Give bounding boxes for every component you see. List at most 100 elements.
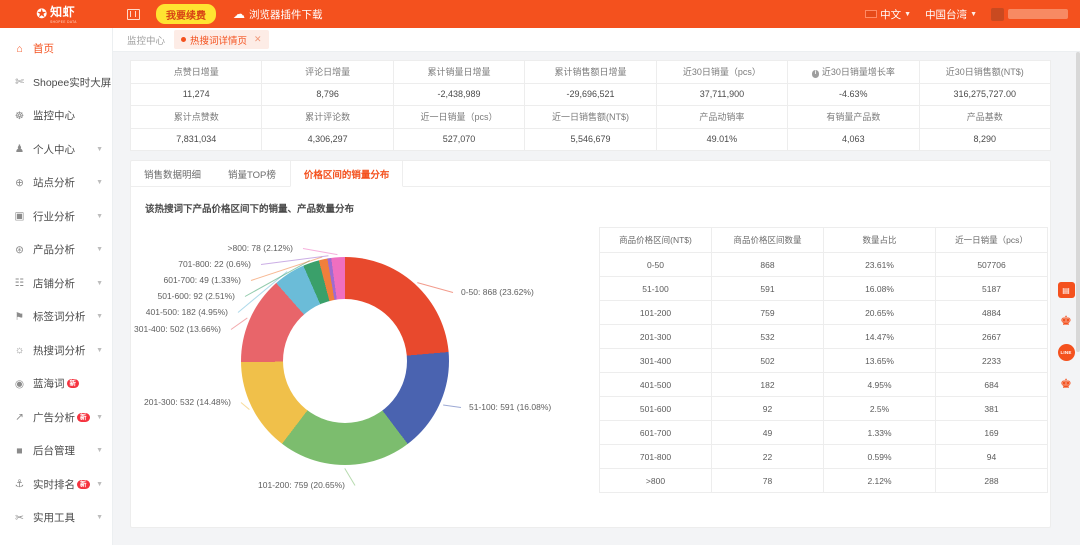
table-cell: 4.95% bbox=[824, 373, 936, 397]
stats-label: 产品基数 bbox=[919, 106, 1050, 129]
language-selector[interactable]: 中文 ▼ bbox=[865, 7, 911, 22]
stats-label: 累计点赞数 bbox=[131, 106, 262, 129]
browser-plugin-download-link[interactable]: ☁ 浏览器插件下载 bbox=[233, 7, 323, 22]
rank-icon: ⚓ bbox=[13, 478, 26, 490]
stats-row: 11,2748,796-2,438,989-29,696,52137,711,9… bbox=[131, 83, 1051, 106]
table-header-row: 商品价格区间(NT$)商品价格区间数量数量占比近一日销量（pcs） bbox=[600, 228, 1048, 253]
sidebar-item-13[interactable]: ⚓实时排名新▼ bbox=[0, 468, 112, 502]
close-icon[interactable]: ✕ bbox=[254, 34, 262, 45]
table-cell: 701-800 bbox=[600, 445, 712, 469]
sidebar-item-label: 站点分析 bbox=[33, 175, 75, 190]
logo[interactable]: ✪ 知虾 SHOPEE DATA bbox=[0, 3, 113, 24]
table-row: 101-20075920.65%4884 bbox=[600, 301, 1048, 325]
analysis-card: 销售数据明细销量TOP榜价格区间的销量分布 该热搜词下产品价格区间下的销量、产品… bbox=[130, 160, 1051, 528]
line-chat-icon[interactable]: LINE bbox=[1058, 344, 1075, 361]
donut-ring[interactable] bbox=[241, 257, 449, 465]
sidebar-item-8[interactable]: ⚑标签词分析▼ bbox=[0, 300, 112, 334]
info-icon[interactable]: i bbox=[812, 70, 820, 78]
scrollbar-thumb[interactable] bbox=[1076, 52, 1080, 352]
logo-subtext: SHOPEE DATA bbox=[50, 21, 77, 24]
stats-row: 7,831,0344,306,297527,0705,546,67949.01%… bbox=[131, 128, 1051, 151]
stats-value: 527,070 bbox=[393, 128, 524, 151]
admin-icon: ■ bbox=[13, 445, 26, 457]
collapse-sidebar-icon[interactable] bbox=[127, 9, 140, 20]
chevron-down-icon: ▼ bbox=[96, 146, 103, 153]
feedback-icon[interactable]: ▤ bbox=[1058, 282, 1075, 298]
tab-1[interactable]: 销量TOP榜 bbox=[215, 161, 290, 186]
sidebar-item-label: Shopee实时大屏 bbox=[33, 75, 111, 90]
donut-leader-line bbox=[344, 468, 355, 486]
chevron-down-icon: ▼ bbox=[96, 447, 103, 454]
tab-0[interactable]: 销售数据明细 bbox=[131, 161, 215, 186]
donut-wrap bbox=[241, 257, 449, 465]
avatar bbox=[991, 8, 1004, 21]
price-range-table: 商品价格区间(NT$)商品价格区间数量数量占比近一日销量（pcs）0-50868… bbox=[599, 227, 1048, 493]
main-content: 点赞日增量评论日增量累计销量日增量累计销售额日增量近30日销量（pcs）i近30… bbox=[113, 52, 1080, 545]
column-header: 数量占比 bbox=[824, 228, 936, 253]
table-row: 401-5001824.95%684 bbox=[600, 373, 1048, 397]
sidebar-item-1[interactable]: ✄Shopee实时大屏 bbox=[0, 66, 112, 100]
table-cell: 22 bbox=[712, 445, 824, 469]
donut-leader-line bbox=[303, 248, 338, 255]
table-cell: 501-600 bbox=[600, 397, 712, 421]
floating-action-bar: ▤ ♚ LINE ♚ bbox=[1056, 282, 1076, 392]
table-cell: 23.61% bbox=[824, 253, 936, 277]
chevron-down-icon: ▼ bbox=[904, 11, 911, 18]
stats-label: 累计评论数 bbox=[262, 106, 393, 129]
breadcrumb-active-tab[interactable]: 热搜词详情页 ✕ bbox=[174, 30, 269, 49]
sidebar-item-label: 广告分析 bbox=[33, 410, 75, 425]
table-cell: 16.08% bbox=[824, 277, 936, 301]
renew-vip-button[interactable]: 我要续费 bbox=[156, 4, 216, 24]
sidebar-item-9[interactable]: ☼热搜词分析▼ bbox=[0, 334, 112, 368]
region-label: 中国台湾 bbox=[925, 7, 967, 22]
sidebar-item-label: 首页 bbox=[33, 41, 54, 56]
table-cell: 51-100 bbox=[600, 277, 712, 301]
table-row: 51-10059116.08%5187 bbox=[600, 277, 1048, 301]
table-cell: 78 bbox=[712, 469, 824, 493]
sidebar-item-12[interactable]: ■后台管理▼ bbox=[0, 434, 112, 468]
alert-bell-icon[interactable]: ♚ bbox=[1058, 376, 1075, 392]
stats-row: 累计点赞数累计评论数近一日销量（pcs）近一日销售额(NT$)产品动销率有销量产… bbox=[131, 106, 1051, 129]
user-account[interactable] bbox=[991, 8, 1068, 21]
stats-label: 近30日销售额(NT$) bbox=[919, 61, 1050, 84]
chevron-down-icon: ▼ bbox=[970, 11, 977, 18]
sidebar-item-0[interactable]: ⌂首页 bbox=[0, 32, 112, 66]
stats-label: 评论日增量 bbox=[262, 61, 393, 84]
region-selector[interactable]: 中国台湾 ▼ bbox=[925, 7, 977, 22]
sidebar-item-7[interactable]: ☷店铺分析▼ bbox=[0, 267, 112, 301]
chevron-down-icon: ▼ bbox=[96, 347, 103, 354]
chevron-down-icon: ▼ bbox=[96, 481, 103, 488]
table-cell: 20.65% bbox=[824, 301, 936, 325]
donut-slice-label: 101-200: 759 (20.65%) bbox=[258, 480, 345, 490]
sidebar-item-2[interactable]: ☸监控中心 bbox=[0, 99, 112, 133]
chevron-down-icon: ▼ bbox=[96, 313, 103, 320]
chevron-down-icon: ▼ bbox=[96, 246, 103, 253]
stats-label: 近一日销量（pcs） bbox=[393, 106, 524, 129]
sidebar-item-label: 个人中心 bbox=[33, 142, 75, 157]
sidebar-item-6[interactable]: ⊛产品分析▼ bbox=[0, 233, 112, 267]
sidebar-item-4[interactable]: ⊕站点分析▼ bbox=[0, 166, 112, 200]
sidebar-item-15[interactable]: ☷数据研报 bbox=[0, 535, 112, 545]
notification-bell-icon[interactable]: ♚ bbox=[1058, 313, 1075, 329]
stats-label: i近30日销量增长率 bbox=[788, 61, 919, 84]
table-row: 0-5086823.61%507706 bbox=[600, 253, 1048, 277]
tab-2[interactable]: 价格区间的销量分布 bbox=[290, 161, 404, 187]
breadcrumb-root[interactable]: 监控中心 bbox=[127, 33, 165, 47]
language-flag-icon bbox=[865, 10, 877, 18]
breadcrumb: 监控中心 热搜词详情页 ✕ bbox=[113, 28, 1080, 52]
breadcrumb-tab-label: 热搜词详情页 bbox=[190, 33, 247, 47]
sidebar-item-label: 蓝海词 bbox=[33, 376, 65, 391]
sidebar-item-label: 实用工具 bbox=[33, 510, 75, 525]
sidebar-item-5[interactable]: ▣行业分析▼ bbox=[0, 200, 112, 234]
globe-icon: ⊕ bbox=[13, 177, 26, 189]
stats-label: 近一日销售额(NT$) bbox=[525, 106, 656, 129]
sidebar-item-badge: 新 bbox=[77, 480, 90, 489]
stats-value: 316,275,727.00 bbox=[919, 83, 1050, 106]
table-row: 501-600922.5%381 bbox=[600, 397, 1048, 421]
sidebar-item-10[interactable]: ◉蓝海词新 bbox=[0, 367, 112, 401]
sidebar-item-11[interactable]: ↗广告分析新▼ bbox=[0, 401, 112, 435]
table-cell: 507706 bbox=[936, 253, 1048, 277]
sidebar-item-3[interactable]: ♟个人中心▼ bbox=[0, 133, 112, 167]
donut-slice-label: 0-50: 868 (23.62%) bbox=[461, 287, 534, 297]
sidebar-item-14[interactable]: ✂实用工具▼ bbox=[0, 501, 112, 535]
